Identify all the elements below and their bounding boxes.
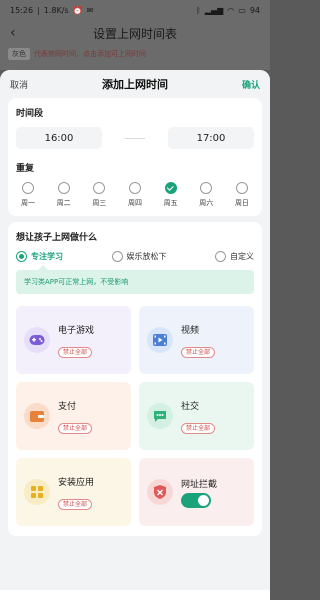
purpose-title: 想让孩子上网做什么 [16,233,98,243]
category-tile[interactable]: 社交 禁止全部 [139,382,254,450]
wifi-icon: ◠ [227,5,235,15]
category-tile[interactable]: 安装应用 禁止全部 [16,458,131,526]
category-name: 视频 [181,325,200,336]
block-all-badge[interactable]: 禁止全部 [181,346,216,358]
category-name: 网址拦截 [181,479,218,490]
signal-icon: ▂▄▆ [204,5,224,15]
category-name: 支付 [58,401,77,412]
add-time-sheet: 取消 添加上网时间 确认 时间段 16:00 17:00 重复 周一 周二 周三 周四… [0,70,270,590]
apps-icon [24,479,50,505]
end-time-picker[interactable]: 17:00 [168,127,254,149]
background-page: 15:26 | 1.8K/s ⏰ ✉ ᛒ ▂▄▆ ◠ ▭ 94 ‹ 设置上网时间… [0,0,270,70]
unchecked-circle-icon[interactable] [22,182,34,194]
category-name: 电子游戏 [58,325,95,336]
mode-label: 自定义 [230,252,254,261]
block-all-badge[interactable]: 禁止全部 [181,422,216,434]
block-all-badge[interactable]: 禁止全部 [58,498,93,510]
alarm-icon: ⏰ [72,5,83,15]
category-tile[interactable]: 电子游戏 禁止全部 [16,306,131,374]
mode-label: 娱乐放松下 [126,252,167,261]
day-option[interactable]: 周日 [230,182,254,208]
day-label: 周五 [163,199,178,207]
legend-tag: 灰色 [8,48,30,60]
start-time-picker[interactable]: 16:00 [16,127,102,149]
video-icon [147,327,173,353]
mode-notice: 学习类APP可正常上网，不受影响 [16,265,254,294]
system-nav-bar [0,590,270,600]
wallet-icon [24,403,50,429]
period-card: 时间段 16:00 17:00 重复 周一 周二 周三 周四 周五 周六 周日 [8,98,262,216]
day-option[interactable]: 周五 [159,182,183,208]
unchecked-circle-icon[interactable] [128,182,141,194]
unchecked-circle-icon[interactable] [235,182,248,194]
mode-label: 专注学习 [31,252,63,261]
mode-option[interactable]: 娱乐放松下 [111,251,167,262]
unchecked-circle-icon[interactable] [57,182,70,194]
category-tile[interactable]: 网址拦截 [139,458,254,526]
day-option[interactable]: 周六 [194,182,218,208]
mode-option[interactable]: 自定义 [215,251,254,262]
purpose-card: 想让孩子上网做什么 专注学习 娱乐放松下 自定义 学习类APP可正常上网，不受影响 … [8,222,262,536]
category-tile[interactable]: 支付 禁止全部 [16,382,131,450]
day-label: 周六 [199,199,214,207]
day-option[interactable]: 周二 [52,182,76,208]
radio-icon[interactable] [16,251,27,262]
mode-option[interactable]: 专注学习 [16,251,63,262]
day-option[interactable]: 周一 [16,182,40,208]
confirm-button[interactable]: 确认 [242,78,260,91]
radio-icon[interactable] [111,251,123,262]
repeat-days: 周一 周二 周三 周四 周五 周六 周日 [16,182,254,208]
radio-icon[interactable] [215,251,226,262]
checked-circle-icon[interactable] [164,182,177,194]
cancel-button[interactable]: 取消 [10,78,28,91]
bluetooth-icon: ᛒ [195,5,201,15]
gamepad-icon [24,327,50,353]
category-name: 社交 [181,401,200,412]
day-option[interactable]: 周四 [123,182,147,208]
battery-icon: ▭ [238,5,246,15]
legend-hint: 代表禁网时间，点击添加可上网时间 [34,50,146,58]
time-separator [125,137,145,139]
notification-icon: ✉ [86,5,94,15]
category-tile[interactable]: 视频 禁止全部 [139,306,254,374]
block-all-badge[interactable]: 禁止全部 [58,346,93,358]
period-title: 时间段 [16,109,44,119]
block-all-badge[interactable]: 禁止全部 [58,422,93,434]
status-time: 15:26 [10,5,34,15]
category-grid: 电子游戏 禁止全部 视频 禁止全部 支付 禁止全部 社交 禁止全部 安装应用 禁止全部 网址拦截 [16,306,254,526]
day-label: 周四 [127,199,142,207]
day-label: 周二 [56,199,71,207]
chat-icon [147,403,173,429]
legend: 灰色 代表禁网时间，点击添加可上网时间 [8,48,146,60]
day-label: 周一 [21,199,35,207]
back-arrow-icon[interactable]: ‹ [10,25,16,41]
status-bar: 15:26 | 1.8K/s ⏰ ✉ ᛒ ▂▄▆ ◠ ▭ 94 [10,5,260,15]
day-label: 周日 [234,199,249,207]
day-option[interactable]: 周三 [87,182,111,208]
battery-level: 94 [249,5,260,15]
unchecked-circle-icon[interactable] [93,182,106,194]
unchecked-circle-icon[interactable] [200,182,213,194]
shield-icon [147,479,173,505]
sheet-title: 添加上网时间 [102,78,168,91]
repeat-title: 重复 [16,164,35,174]
background-title: 设置上网时间表 [92,26,177,41]
status-net-speed: 1.8K/s [43,5,69,15]
mode-options: 专注学习 娱乐放松下 自定义 [16,251,254,262]
url-block-toggle[interactable] [181,492,211,508]
sheet-header: 取消 添加上网时间 确认 [0,70,270,98]
category-name: 安装应用 [58,477,95,488]
background-header: ‹ 设置上网时间表 [0,20,270,46]
day-label: 周三 [92,199,107,207]
